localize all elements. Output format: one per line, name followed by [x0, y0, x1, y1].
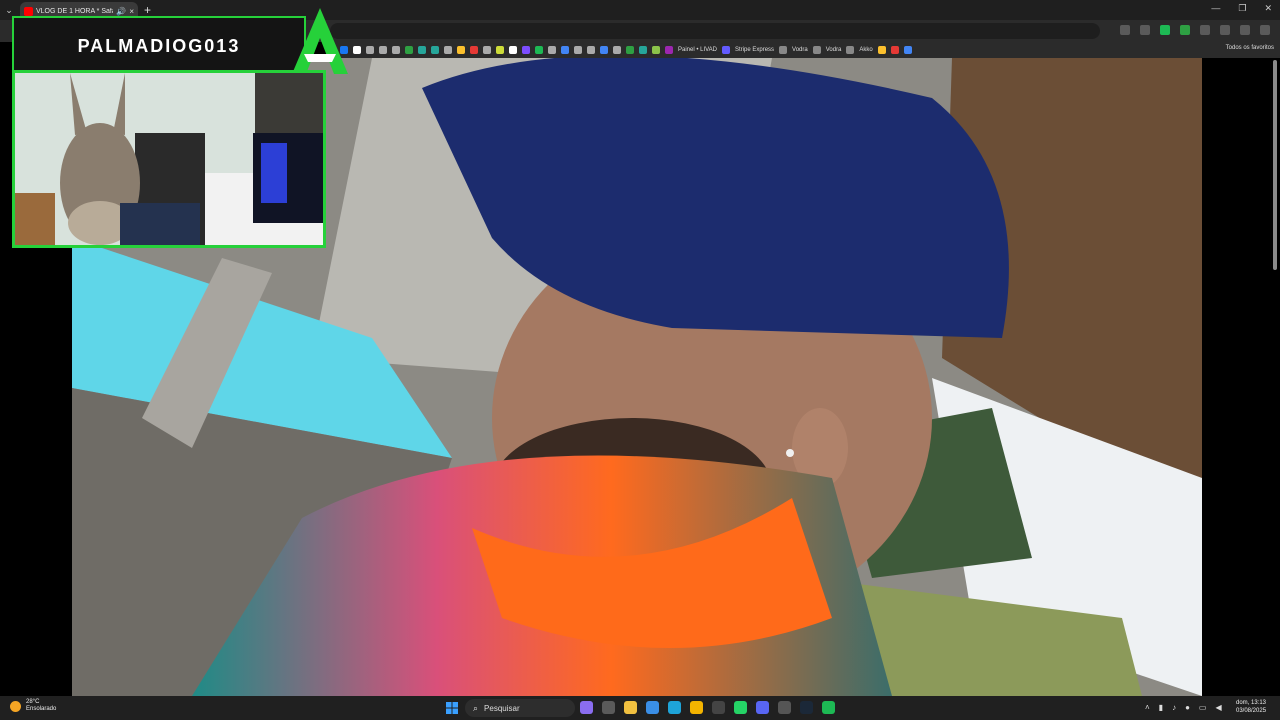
extension-icon[interactable] — [1160, 25, 1170, 35]
spotify-icon[interactable] — [822, 701, 835, 714]
bookmark-icon[interactable] — [418, 46, 426, 54]
bookmark-icon[interactable] — [903, 46, 912, 54]
minimize-icon[interactable]: — — [1211, 3, 1220, 14]
weather-desc: Ensolarado — [26, 706, 57, 712]
bookmark-icon[interactable] — [444, 46, 452, 54]
settings-icon[interactable] — [778, 701, 791, 714]
bookmark-vodra2-label[interactable]: Vodra — [826, 47, 842, 53]
speaker-icon[interactable]: ♪ — [1172, 703, 1176, 712]
page-scrollbar[interactable] — [1273, 60, 1277, 270]
network-icon[interactable]: ▭ — [1199, 703, 1207, 712]
windows-taskbar: 28°C Ensolarado ⌕ Pesquisar ˄ ▮ ♪ ● ▭ ◀ … — [0, 696, 1280, 720]
bookmark-icon[interactable] — [626, 46, 634, 54]
clock-date: 03/08/2025 — [1236, 708, 1267, 714]
windows-start-icon[interactable] — [446, 702, 458, 714]
bookmark-icon[interactable] — [392, 46, 400, 54]
bookmark-icon[interactable] — [548, 46, 556, 54]
bookmark-stripe-icon[interactable] — [722, 46, 731, 54]
edge-icon[interactable] — [668, 701, 681, 714]
file-explorer-icon[interactable] — [624, 701, 637, 714]
bookmark-icon[interactable] — [522, 46, 530, 54]
address-bar[interactable] — [330, 23, 1100, 39]
history-icon[interactable] — [1240, 25, 1250, 35]
system-tray: ˄ ▮ ♪ ● ▭ ◀ — [1145, 703, 1222, 712]
steam-icon[interactable] — [800, 701, 813, 714]
bookmarks-bar: Painel • LIVAD Stripe Express Vodra Vodr… — [330, 42, 1280, 58]
bookmark-icon[interactable] — [470, 46, 478, 54]
webcam-frame — [15, 73, 323, 245]
bookmark-icon[interactable] — [613, 46, 621, 54]
weather-temp: 28°C — [26, 699, 40, 705]
channel-logo-icon — [292, 8, 348, 74]
clock-time: dom, 13:13 — [1236, 700, 1267, 706]
restore-icon[interactable]: ❐ — [1238, 3, 1246, 14]
puzzle-icon[interactable] — [1220, 25, 1230, 35]
bookmark-icon[interactable] — [496, 46, 504, 54]
bookmark-icon[interactable] — [639, 46, 647, 54]
bookmark-akko-label[interactable]: Akko — [859, 47, 872, 53]
window-controls: — ❐ ✕ — [1211, 3, 1272, 14]
bookmark-painel-label[interactable]: Painel • LIVAD — [678, 47, 717, 53]
bookmark-icon[interactable] — [535, 46, 543, 54]
whatsapp-icon[interactable] — [734, 701, 747, 714]
bookmark-vodra2-icon[interactable] — [812, 46, 821, 54]
screen-share-icon[interactable] — [1120, 25, 1130, 35]
bookmark-icon[interactable] — [457, 46, 465, 54]
taskbar-clock[interactable]: dom, 13:13 03/08/2025 — [1236, 699, 1266, 715]
streamer-overlay: PALMADIOG013 — [10, 8, 348, 250]
battery-icon[interactable]: ▮ — [1159, 703, 1163, 712]
mic-icon[interactable]: ● — [1185, 703, 1190, 712]
bookmark-icon[interactable] — [483, 46, 491, 54]
toolbar-extension-icons — [1120, 25, 1270, 35]
copilot-icon[interactable] — [580, 701, 593, 714]
taskbar-apps — [580, 701, 835, 714]
x-bookmark-icon[interactable] — [353, 46, 361, 54]
bookmark-icon[interactable] — [366, 46, 374, 54]
streamer-name-bar: PALMADIOG013 — [12, 16, 306, 76]
bookmark-icon[interactable] — [600, 46, 608, 54]
volume-icon[interactable]: ◀ — [1215, 703, 1221, 712]
close-window-icon[interactable]: ✕ — [1264, 3, 1272, 14]
extension-icon[interactable] — [1180, 25, 1190, 35]
bookmark-icon[interactable] — [890, 46, 899, 54]
bookmark-akko-icon[interactable] — [846, 46, 855, 54]
taskbar-search[interactable]: ⌕ Pesquisar — [465, 699, 575, 717]
sun-icon — [10, 700, 21, 712]
app-icon[interactable] — [646, 701, 659, 714]
bookmark-icon[interactable] — [431, 46, 439, 54]
bookmark-icon[interactable] — [509, 46, 517, 54]
bookmark-painel-icon[interactable] — [665, 46, 673, 54]
streamer-name: PALMADIOG013 — [77, 35, 241, 56]
bookmark-icon[interactable] — [652, 46, 660, 54]
chrome-icon[interactable] — [690, 701, 703, 714]
bookmark-icon[interactable] — [877, 46, 886, 54]
all-bookmarks-label[interactable]: Todos os favoritos — [1226, 45, 1274, 51]
bookmark-icon[interactable] — [561, 46, 569, 54]
weather-widget[interactable]: 28°C Ensolarado — [10, 699, 56, 713]
bookmark-icon[interactable] — [379, 46, 387, 54]
webcam-feed — [12, 70, 326, 248]
store-icon[interactable] — [602, 701, 615, 714]
search-placeholder: Pesquisar — [484, 703, 520, 713]
bookmark-vodra-label[interactable]: Vodra — [792, 47, 808, 53]
profile-icon[interactable] — [1260, 25, 1270, 35]
search-icon: ⌕ — [473, 702, 479, 713]
bookmark-stripe-label[interactable]: Stripe Express — [735, 47, 774, 53]
bookmark-icon[interactable] — [574, 46, 582, 54]
chevron-up-icon[interactable]: ˄ — [1145, 703, 1150, 712]
bookmark-star-icon[interactable] — [1140, 25, 1150, 35]
app-icon[interactable] — [712, 701, 725, 714]
bookmark-icon[interactable] — [587, 46, 595, 54]
bookmark-vodra-icon[interactable] — [779, 46, 788, 54]
bookmark-icon[interactable] — [405, 46, 413, 54]
discord-icon[interactable] — [756, 701, 769, 714]
volume-icon[interactable] — [1200, 25, 1210, 35]
